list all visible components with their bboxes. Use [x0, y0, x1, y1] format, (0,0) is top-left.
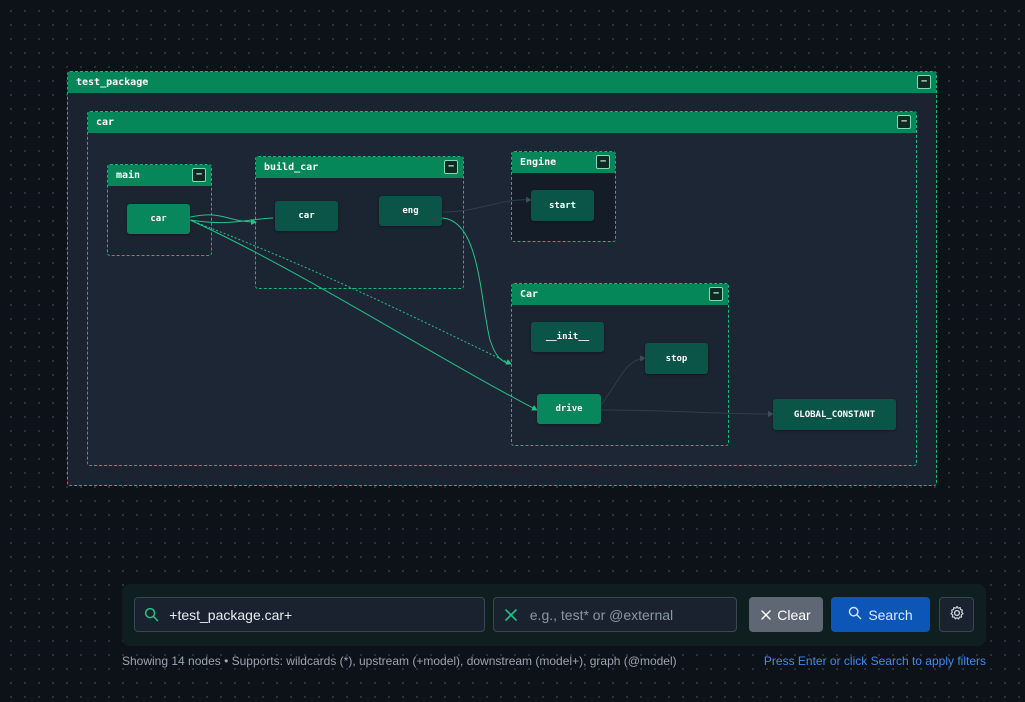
- clear-button-label: Clear: [777, 606, 811, 623]
- node-init[interactable]: __init__: [531, 322, 604, 352]
- search-button-label: Search: [868, 606, 913, 623]
- collapse-button-build-car[interactable]: −: [444, 160, 458, 174]
- group-header-engine: Engine −: [512, 152, 615, 173]
- group-title-car: car: [96, 117, 115, 128]
- exclude-input[interactable]: [527, 605, 736, 624]
- group-header-car-class: Car −: [512, 284, 728, 305]
- node-eng[interactable]: eng: [379, 196, 442, 226]
- filter-help-text: Showing 14 nodes • Supports: wildcards (…: [122, 654, 677, 668]
- group-header-test-package: test_package −: [68, 72, 936, 93]
- exclude-field[interactable]: [493, 597, 737, 632]
- close-icon: [761, 607, 771, 623]
- node-main-car[interactable]: car: [127, 204, 190, 234]
- collapse-button-engine[interactable]: −: [596, 155, 610, 169]
- search-field[interactable]: [134, 597, 485, 632]
- search-button[interactable]: Search: [831, 597, 930, 632]
- node-start[interactable]: start: [531, 190, 594, 221]
- group-title-test-package: test_package: [76, 77, 149, 88]
- search-icon: [135, 607, 167, 622]
- group-title-main: main: [116, 170, 141, 181]
- collapse-button-car-class[interactable]: −: [709, 287, 723, 301]
- collapse-button-main[interactable]: −: [192, 168, 206, 182]
- node-drive[interactable]: drive: [537, 394, 601, 424]
- group-header-main: main −: [108, 165, 211, 186]
- collapse-button-test-package[interactable]: −: [917, 75, 931, 89]
- node-stop[interactable]: stop: [645, 343, 708, 374]
- apply-hint-text: Press Enter or click Search to apply fil…: [763, 654, 986, 668]
- node-global-constant[interactable]: GLOBAL_CONSTANT: [773, 399, 896, 430]
- node-build-car-car[interactable]: car: [275, 201, 338, 231]
- settings-button[interactable]: [939, 597, 974, 632]
- group-header-car: car −: [88, 112, 916, 133]
- collapse-button-car[interactable]: −: [897, 115, 911, 129]
- x-icon: [494, 608, 528, 621]
- group-title-car-class: Car: [520, 289, 539, 300]
- search-input[interactable]: [167, 605, 484, 624]
- search-icon: [848, 606, 862, 623]
- group-title-engine: Engine: [520, 157, 557, 168]
- clear-button[interactable]: Clear: [749, 597, 823, 632]
- gear-icon: [949, 605, 965, 624]
- filter-bar: Clear Search: [122, 584, 986, 646]
- group-title-build-car: build_car: [264, 162, 319, 173]
- group-header-build-car: build_car −: [256, 157, 463, 178]
